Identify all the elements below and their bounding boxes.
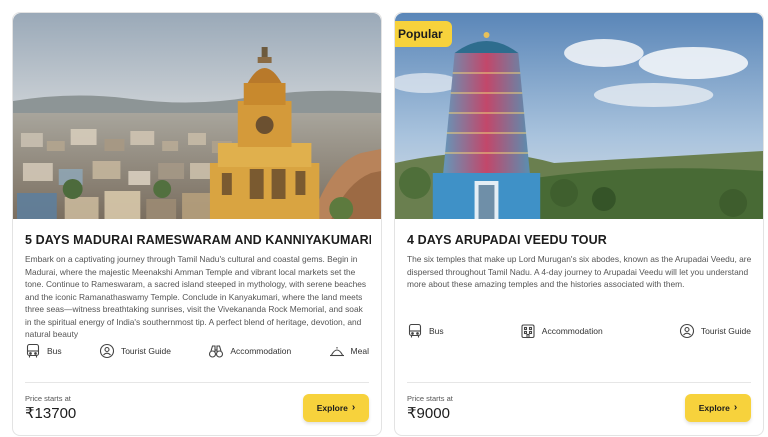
bus-icon — [408, 323, 422, 338]
tour-description: The six temples that make up Lord Muruga… — [407, 254, 752, 289]
feature-label: Tourist Guide — [120, 346, 172, 356]
price-label: Price starts at — [407, 394, 453, 403]
tour-description: Embark on a captivating journey through … — [25, 254, 367, 339]
tour-card-arupadai[interactable]: Popular 4 DAYS ARUPADAI VEEDU TOUR The s… — [394, 12, 764, 436]
binoculars-icon — [209, 345, 224, 358]
chevron-right-icon: › — [351, 402, 356, 413]
feature-accommodation: Accommodation — [208, 343, 291, 359]
popular-badge: Popular — [395, 21, 452, 47]
meal-cloche-icon — [329, 347, 344, 357]
explore-button[interactable]: Explore › — [685, 394, 751, 422]
feature-label: Tourist Guide — [700, 326, 751, 336]
tour-image-madurai-city — [13, 13, 381, 219]
chevron-right-icon: › — [733, 402, 738, 413]
card-divider — [25, 382, 369, 383]
explore-button[interactable]: Explore › — [303, 394, 369, 422]
feature-label: Bus — [429, 326, 444, 336]
feature-label: Meal — [350, 346, 369, 356]
tour-title: 4 DAYS ARUPADAI VEEDU TOUR — [407, 233, 607, 247]
explore-label: Explore — [698, 403, 730, 413]
tour-price: ₹9000 — [407, 405, 450, 422]
feature-bus: Bus — [407, 323, 444, 339]
feature-label: Accommodation — [230, 346, 292, 356]
feature-meal: Meal — [329, 343, 369, 359]
price-label: Price starts at — [25, 394, 71, 403]
tour-title: 5 DAYS MADURAI RAMESWARAM AND KANNIYAKUM… — [25, 233, 371, 247]
explore-label: Explore — [316, 403, 348, 413]
tour-card-madurai[interactable]: 5 DAYS MADURAI RAMESWARAM AND KANNIYAKUM… — [12, 12, 382, 436]
building-icon — [521, 324, 535, 339]
feature-label: Accommodation — [541, 326, 603, 336]
feature-tourist-guide: Tourist Guide — [679, 323, 751, 339]
feature-tourist-guide: Tourist Guide — [99, 343, 171, 359]
feature-accommodation: Accommodation — [520, 323, 603, 339]
tourist-guide-icon — [679, 323, 694, 339]
feature-bus: Bus — [25, 343, 62, 359]
bus-icon — [26, 343, 40, 358]
tour-price: ₹13700 — [25, 405, 77, 422]
tourist-guide-icon — [99, 343, 114, 359]
card-divider — [407, 382, 751, 383]
feature-label: Bus — [47, 346, 62, 356]
tour-features: Bus Accommodation Tourist Guide — [407, 323, 751, 339]
tour-features: Bus Tourist Guide Accommodation Meal — [25, 343, 369, 359]
